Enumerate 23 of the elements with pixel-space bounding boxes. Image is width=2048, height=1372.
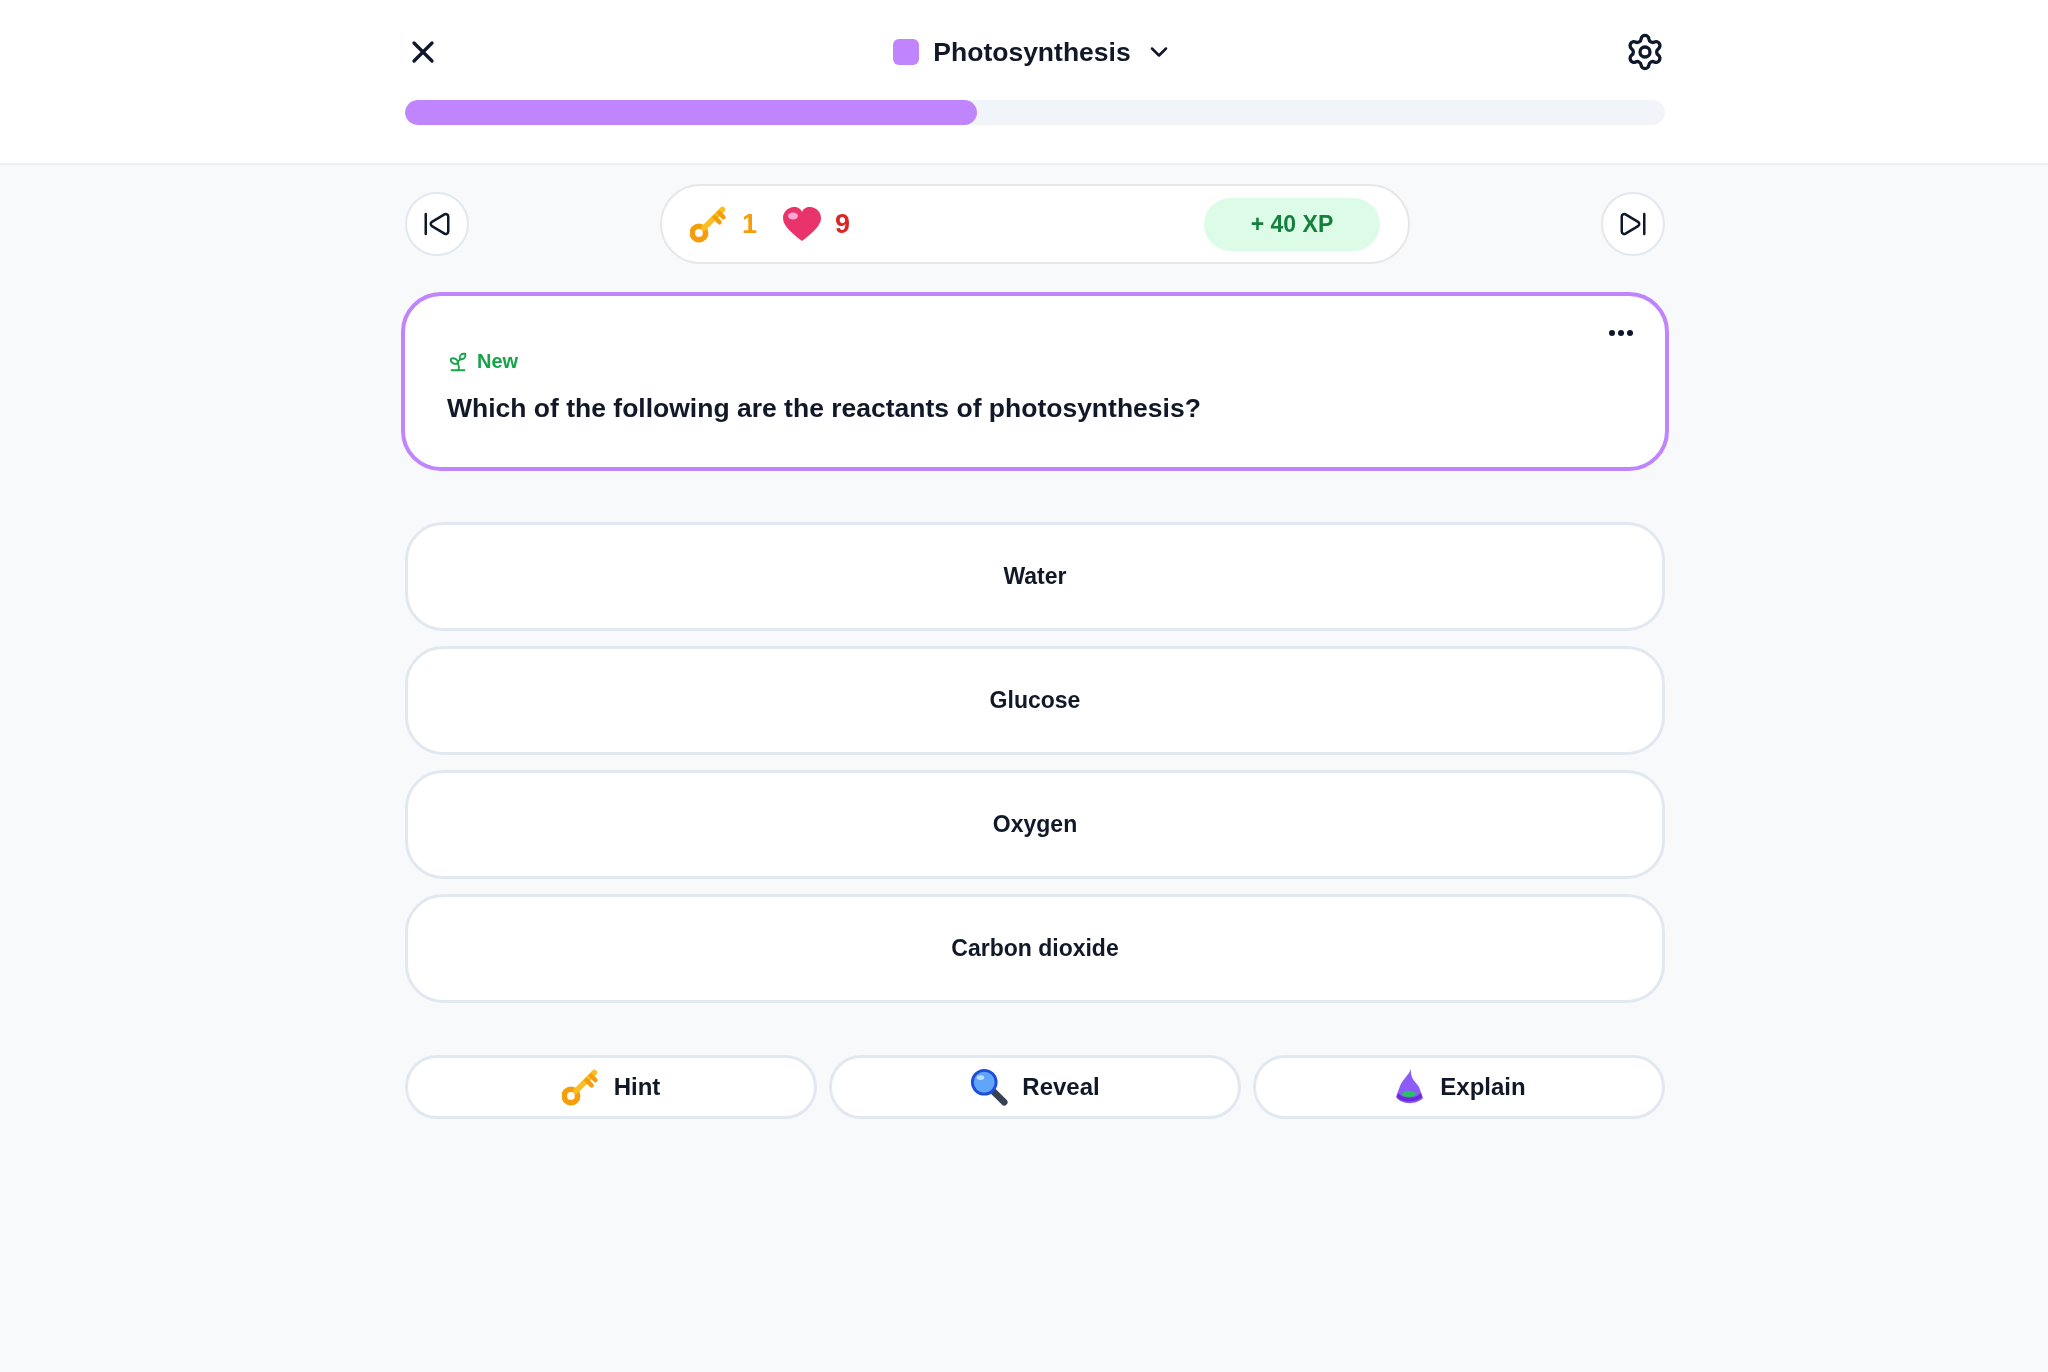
square-icon: [893, 39, 920, 65]
more-options-button[interactable]: [1609, 330, 1633, 336]
question-status-label: New: [477, 350, 519, 373]
sprout-icon: [447, 350, 469, 373]
answer-option[interactable]: Glucose: [405, 646, 1665, 755]
answer-option[interactable]: Carbon dioxide: [405, 894, 1665, 1003]
answer-option[interactable]: Water: [405, 522, 1665, 631]
hint-button[interactable]: Hint: [405, 1055, 817, 1119]
topic-dropdown[interactable]: Photosynthesis: [893, 36, 1173, 68]
question-text: Which of the following are the reactants of photosynthesis?: [447, 393, 1202, 424]
reveal-button[interactable]: Reveal: [829, 1055, 1241, 1119]
key-count: 1: [742, 208, 758, 240]
more-icon: [1609, 330, 1633, 336]
key-icon: [561, 1068, 600, 1106]
settings-button[interactable]: [1625, 32, 1665, 72]
key-icon: [690, 205, 728, 243]
settings-icon: [1625, 32, 1665, 72]
magnifier-icon: [970, 1068, 1009, 1106]
explain-button[interactable]: Explain: [1253, 1055, 1665, 1119]
xp-badge: + 40 XP: [1204, 197, 1380, 251]
heart-icon: [783, 206, 822, 242]
heart-count: 9: [835, 208, 851, 240]
answer-option[interactable]: Oxygen: [405, 770, 1665, 879]
